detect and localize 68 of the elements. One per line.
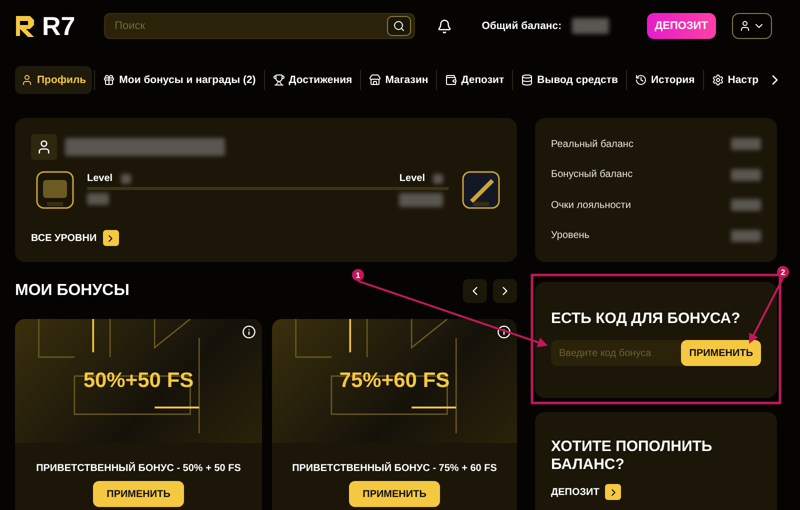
arrow-button[interactable] (102, 230, 119, 246)
settings-icon (712, 74, 724, 86)
previous-button[interactable] (463, 278, 487, 302)
database-icon (521, 74, 534, 86)
bonus-headline: 50%+50 FS (83, 369, 194, 393)
step-marker: 1 (352, 269, 364, 281)
apply-button[interactable]: ПРИМЕНИТЬ (92, 481, 184, 507)
nav-tab[interactable]: Депозит (439, 66, 510, 94)
bonus-code-field[interactable]: Введите код бонуса ПРИМЕНИТЬ (551, 340, 761, 366)
account-button[interactable] (732, 13, 772, 39)
balance-row-label: Уровень (551, 230, 590, 242)
all-levels-link[interactable]: ВСЕ УРОВНИ (31, 232, 97, 244)
nav-tab[interactable]: Вывод средств (515, 66, 624, 94)
search-field[interactable]: Поиск (112, 19, 387, 33)
balance-row-label: Очки лояльности (551, 200, 631, 211)
card-title: ЕСТЬ КОД ДЛЯ БОНУСА? (551, 310, 742, 328)
level-badge-drawing (35, 170, 75, 210)
nav-tab[interactable]: Магазин (363, 66, 434, 94)
apply-button[interactable]: ПРИМЕНИТЬ (348, 481, 440, 507)
next-button[interactable] (493, 278, 517, 302)
balance-row-label: Бонусный баланс (551, 169, 633, 180)
level-label: Level (399, 173, 425, 184)
nav-tab[interactable]: Настр (706, 66, 765, 94)
user-icon (739, 20, 752, 32)
nav-tab[interactable]: Достижения (266, 66, 358, 94)
bonus-code-input[interactable]: Введите код бонуса (551, 346, 682, 360)
annotation-arrow (749, 278, 784, 344)
balance-row-label: Реальный баланс (551, 138, 634, 150)
clock-icon (634, 74, 647, 86)
bonus-name: ПРИВЕТСТВЕННЫЙ БОНУС - 75% + 60 FS (292, 463, 497, 474)
search-bar[interactable]: Поиск (104, 13, 415, 39)
nav-tab[interactable]: История (628, 66, 701, 94)
blurred-value (731, 230, 761, 242)
nav-tab[interactable]: Профиль (15, 66, 92, 94)
store-icon (369, 74, 382, 86)
user-icon (21, 74, 33, 86)
nav-tab[interactable]: Мои бонусы и награды (2) (97, 66, 262, 94)
search-button[interactable] (386, 16, 411, 36)
deposit-link[interactable]: ДЕПОЗИТ (551, 486, 600, 498)
trophy-icon (272, 74, 285, 86)
gift-icon (103, 74, 116, 86)
info-icon[interactable] (242, 325, 256, 339)
avatar-icon (31, 134, 57, 160)
blurred-value (731, 168, 761, 181)
step-marker: 2 (777, 266, 789, 278)
logo-text[interactable]: R7 (42, 10, 76, 42)
arrow-button[interactable] (605, 484, 622, 500)
logo-icon (14, 14, 36, 38)
blurred-value (120, 174, 131, 184)
search-icon (392, 20, 405, 32)
wallet-icon (445, 74, 458, 86)
balance-label: Общий баланс: (482, 20, 562, 32)
blurred-value (731, 199, 761, 212)
blurred-value (87, 193, 109, 205)
card-title: ХОТИТЕ ПОПОЛНИТЬ БАЛАНС? (551, 438, 714, 474)
blurred-value (572, 18, 609, 34)
deposit-button[interactable]: ДЕПОЗИТ (646, 13, 716, 39)
blurred-value (399, 193, 443, 207)
level-label: Level (87, 173, 113, 184)
bonus-name: ПРИВЕТСТВЕННЫЙ БОНУС - 50% + 50 FS (36, 463, 241, 474)
level-badge-drawing (461, 170, 501, 210)
blurred-value (433, 174, 443, 184)
bonus-headline: 75%+60 FS (339, 369, 450, 393)
bell-icon[interactable] (436, 18, 452, 34)
info-icon[interactable] (497, 325, 511, 339)
blurred-value (731, 138, 761, 150)
section-title: МОИ БОНУСЫ (15, 282, 130, 300)
apply-button[interactable]: ПРИМЕНИТЬ (681, 340, 761, 366)
